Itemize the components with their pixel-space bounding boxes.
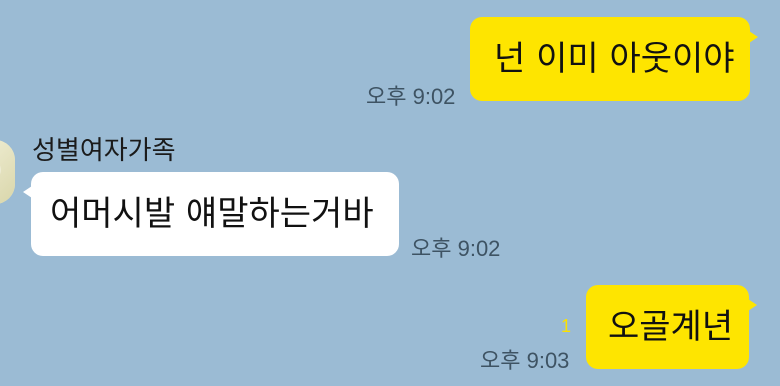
message-time: 오후 9:02: [366, 84, 456, 109]
message-bubble-outgoing[interactable]: 오골계년: [586, 285, 757, 369]
chat-room: 오후 9:02 넌 이미 아웃이야 성별여자가족 어머시발 얘말하는거바 오후 …: [0, 0, 780, 386]
message-time: 오후 9:02: [411, 236, 501, 261]
message-text: 넌 이미 아웃이야: [494, 39, 735, 79]
message-bubble-outgoing[interactable]: 넌 이미 아웃이야: [470, 17, 758, 101]
sender-name: 성별여자가족: [32, 136, 176, 166]
message-text: 어머시발 얘말하는거바: [50, 194, 374, 234]
avatar[interactable]: [0, 140, 15, 204]
message-time: 오후 9:03: [480, 348, 570, 373]
message-bubble-incoming[interactable]: 어머시발 얘말하는거바: [23, 172, 399, 256]
message-text: 오골계년: [608, 307, 734, 347]
unread-count-badge: 1: [561, 316, 572, 336]
